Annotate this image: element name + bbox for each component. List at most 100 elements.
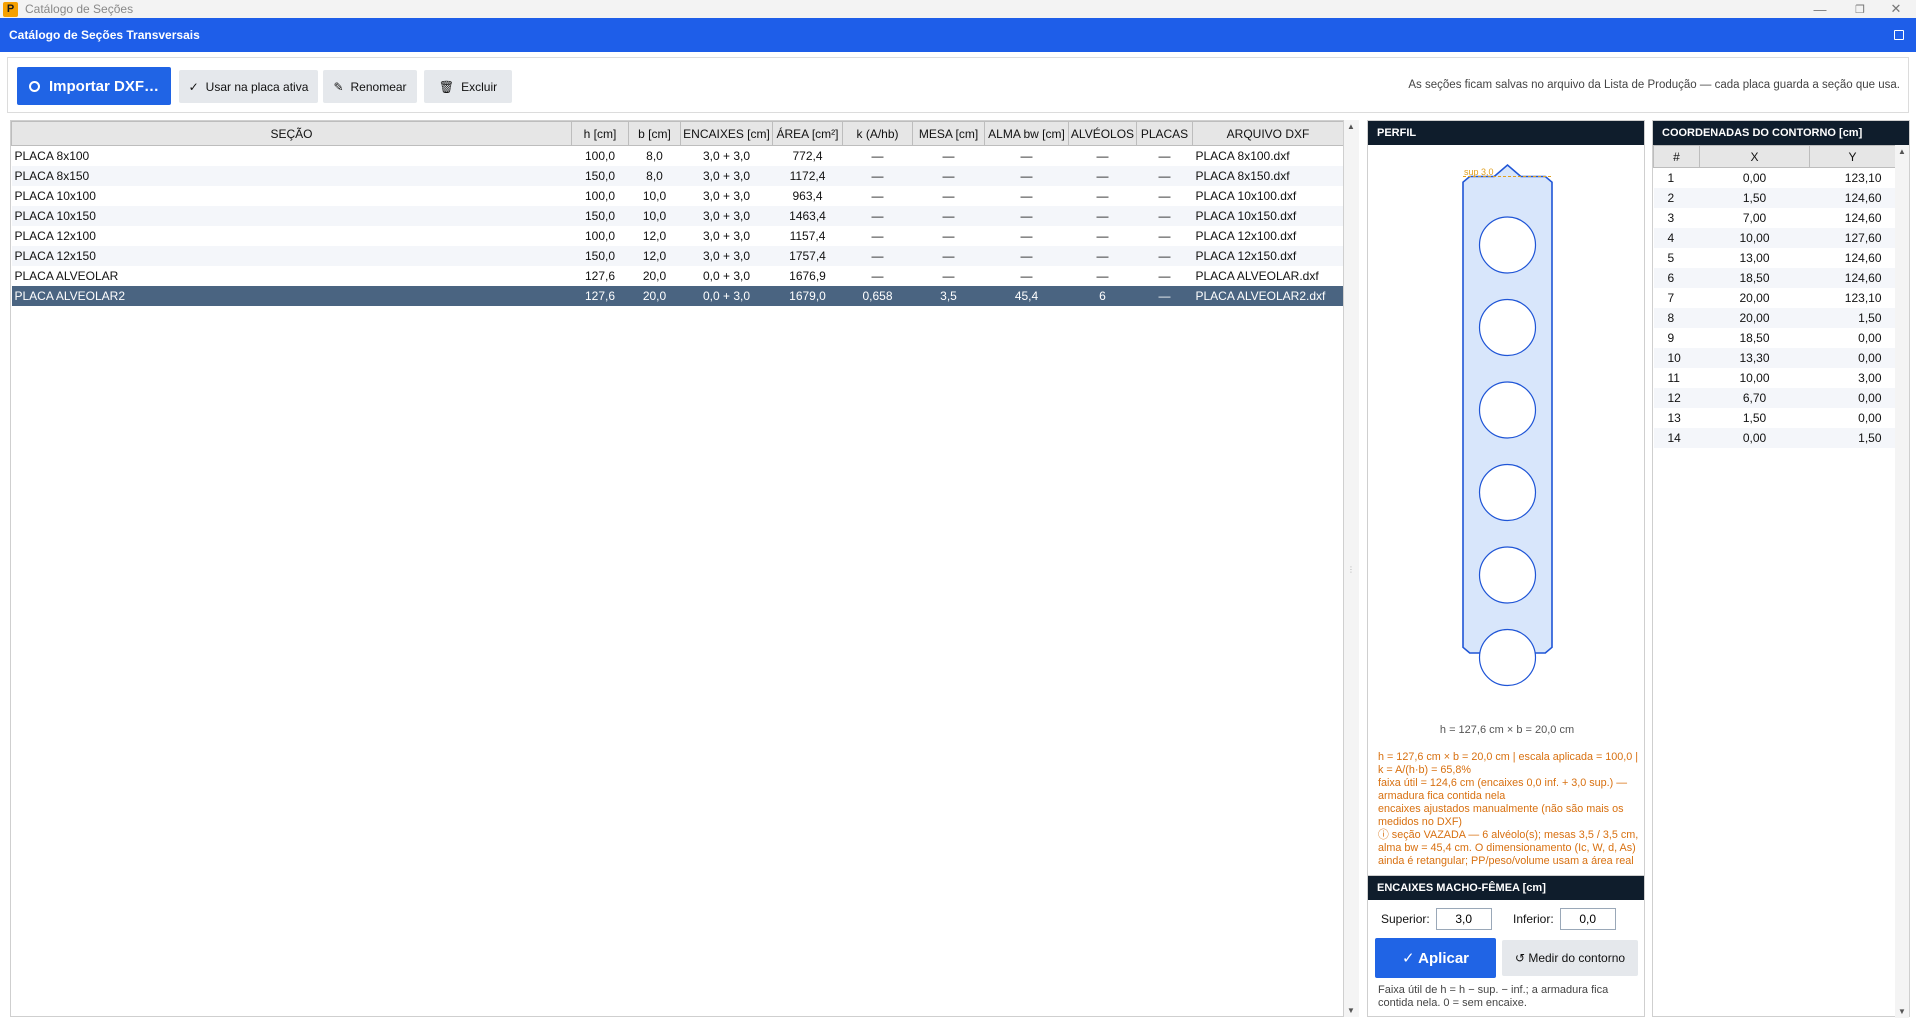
coords-cell: 7,00 <box>1742 210 1767 225</box>
alveolo-hole <box>1478 628 1537 687</box>
coords-cell: 124,60 <box>1809 267 1896 288</box>
coords-row[interactable]: 2 1,50 124,60 <box>1653 187 1896 208</box>
profile-dimensions: h = 127,6 cm × b = 20,0 cm <box>1439 724 1575 736</box>
table-row[interactable]: PLACA 10x150 150,0 10,0 3,0 + 3,0 1463,4— — — —… <box>11 205 1343 226</box>
table-cell: 3,5 <box>912 285 985 306</box>
column-header[interactable]: h [cm] <box>571 121 629 146</box>
column-header[interactable]: ARQUIVO DXF <box>1192 121 1343 146</box>
column-header[interactable]: k (A/hb) <box>842 121 913 146</box>
table-cell: 12,0 <box>642 228 667 243</box>
table-row[interactable]: PLACA ALVEOLAR 127,6 20,0 0,0 + 3,0 1676,9 — —… <box>12 266 1344 286</box>
table-cell: — <box>1020 148 1033 163</box>
table-cell: PLACA 10x100 <box>14 188 96 203</box>
table-cell: PLACA 8x100.dxf <box>1195 148 1290 163</box>
sections-table: SEÇÃO h [cm] b [cm] ENCAIXES [cm] ÁREA [cm²]… <box>11 121 1344 306</box>
coords-scroll-up-icon[interactable]: ▲ <box>1898 147 1906 156</box>
import-dxf-button[interactable]: Importar DXF… <box>17 67 171 105</box>
inferior-input[interactable] <box>1559 908 1616 930</box>
table-cell: 772,4 <box>792 148 823 163</box>
coords-row[interactable]: 9 18,50 0,00 <box>1654 328 1896 348</box>
use-on-active-plate-button[interactable]: ✓ Usar na placa ativa <box>179 70 318 103</box>
coords-row[interactable]: 1 0,00 123,10 <box>1654 168 1896 188</box>
table-cell: PLACA 12x100.dxf <box>1195 228 1297 243</box>
table-cell: — <box>942 228 955 243</box>
table-cell: — <box>1068 245 1137 266</box>
table-scrollbar[interactable]: ▲ ⋮ ▼ <box>1344 120 1359 1017</box>
table-cell: 150,0 <box>571 245 629 266</box>
coords-column-header[interactable]: # <box>1653 145 1700 168</box>
table-cell: PLACA 12x100 <box>14 228 96 243</box>
scroll-down-icon[interactable]: ▼ <box>1347 1006 1355 1015</box>
table-cell: PLACA 10x150.dxf <box>1192 205 1343 226</box>
coords-cell: 5 <box>1667 250 1675 265</box>
delete-label: Excluir <box>461 79 498 94</box>
coords-cell: 123,10 <box>1844 290 1882 305</box>
inferior-label: Inferior: <box>1513 912 1554 926</box>
coords-cell: 10,00 <box>1699 227 1810 248</box>
table-row[interactable]: PLACA ALVEOLAR2 127,6 20,0 0,0 + 3,0 1679,0 0… <box>11 285 1343 306</box>
coords-row[interactable]: 5 13,00 124,60 <box>1654 248 1896 268</box>
table-row[interactable]: PLACA 8x150 150,0 8,0 3,0 + 3,0 1172,4— — — — — P… <box>11 165 1343 186</box>
coords-cell: 6 <box>1653 267 1700 288</box>
table-cell: 1463,4 <box>772 205 843 226</box>
pin-icon[interactable] <box>1894 30 1904 40</box>
table-cell: — <box>871 228 884 243</box>
coords-row[interactable]: 11 10,00 3,00 <box>1654 368 1896 388</box>
column-header[interactable]: ENCAIXES [cm] <box>680 121 773 146</box>
table-row[interactable]: PLACA 12x100 100,0 12,0 3,0 + 3,0 1157,4 — — — —… <box>12 226 1344 246</box>
scroll-grip-icon[interactable]: ⋮ <box>1347 565 1355 585</box>
coords-column-header[interactable]: Y <box>1809 145 1896 168</box>
table-row[interactable]: PLACA 12x150 150,0 12,0 3,0 + 3,0 1757,4— — — —… <box>11 245 1343 266</box>
maximize-icon[interactable]: ❐ <box>1840 0 1880 18</box>
coords-cell: 1 <box>1667 170 1675 185</box>
column-header[interactable]: SEÇÃO <box>11 121 572 146</box>
table-cell: 100,0 <box>584 188 616 203</box>
coords-scrollbar[interactable]: ▲ ▼ <box>1895 145 1909 1018</box>
minimize-icon[interactable]: — <box>1800 0 1840 18</box>
table-cell: 1679,0 <box>772 285 843 306</box>
superior-input[interactable] <box>1435 908 1492 930</box>
table-row[interactable]: PLACA 8x100 100,0 8,0 3,0 + 3,0 772,4 — — — — — PL… <box>12 146 1344 166</box>
table-row[interactable]: PLACA 10x100 100,0 10,0 3,0 + 3,0 963,4 — — — — —… <box>12 186 1344 206</box>
coords-row[interactable]: 10 13,30 0,00 <box>1653 347 1896 368</box>
measure-from-contour-button[interactable]: ↺ Medir do contorno <box>1502 940 1638 976</box>
coords-row[interactable]: 7 20,00 123,10 <box>1654 288 1896 308</box>
coords-column-header[interactable]: X <box>1699 145 1810 168</box>
coords-row[interactable]: 4 10,00 127,60 <box>1653 227 1896 248</box>
coords-scroll-down-icon[interactable]: ▼ <box>1898 1007 1906 1016</box>
coords-title: COORDENADAS DO CONTORNO [cm] <box>1653 121 1909 145</box>
sup-label: sup 3,0 <box>1464 167 1494 177</box>
coords-cell: 0,00 <box>1809 387 1896 408</box>
table-cell: 0,0 + 3,0 <box>680 285 773 306</box>
coords-row[interactable]: 13 1,50 0,00 <box>1654 408 1896 428</box>
close-icon[interactable]: ✕ <box>1876 0 1916 18</box>
table-cell: — <box>1096 228 1109 243</box>
coords-row[interactable]: 8 20,00 1,50 <box>1653 307 1896 328</box>
apply-button[interactable]: ✓ Aplicar <box>1375 938 1496 978</box>
alveolo-hole <box>1478 546 1537 604</box>
coords-cell: 9 <box>1667 330 1675 345</box>
table-cell: — <box>912 205 985 226</box>
column-header[interactable]: ALVÉOLOS <box>1068 121 1137 146</box>
column-header[interactable]: MESA [cm] <box>912 121 985 146</box>
coords-row[interactable]: 6 18,50 124,60 <box>1653 267 1896 288</box>
table-cell: 20,0 <box>642 268 667 283</box>
coords-row[interactable]: 3 7,00 124,60 <box>1654 208 1896 228</box>
table-cell: 12,0 <box>628 245 681 266</box>
table-cell: — <box>842 165 913 186</box>
panel-header: Catálogo de Seções Transversais <box>0 18 1916 52</box>
column-header[interactable]: b [cm] <box>628 121 681 146</box>
coords-row[interactable]: 12 6,70 0,00 <box>1653 387 1896 408</box>
rename-button[interactable]: ✎ Renomear <box>323 70 417 103</box>
coords-row[interactable]: 14 0,00 1,50 <box>1653 427 1896 448</box>
column-header[interactable]: PLACAS <box>1136 121 1193 146</box>
table-cell: 45,4 <box>984 285 1069 306</box>
column-header[interactable]: ALMA bw [cm] <box>984 121 1069 146</box>
delete-button[interactable]: 🗑 Excluir <box>424 70 512 103</box>
panel-title: Catálogo de Seções Transversais <box>9 28 200 42</box>
scroll-up-icon[interactable]: ▲ <box>1347 122 1355 131</box>
coords-cell: 3 <box>1667 210 1675 225</box>
table-cell: — <box>871 188 884 203</box>
profile-note: faixa útil = 124,6 cm (encaixes 0,0 inf.… <box>1378 777 1628 802</box>
column-header[interactable]: ÁREA [cm²] <box>772 121 843 146</box>
